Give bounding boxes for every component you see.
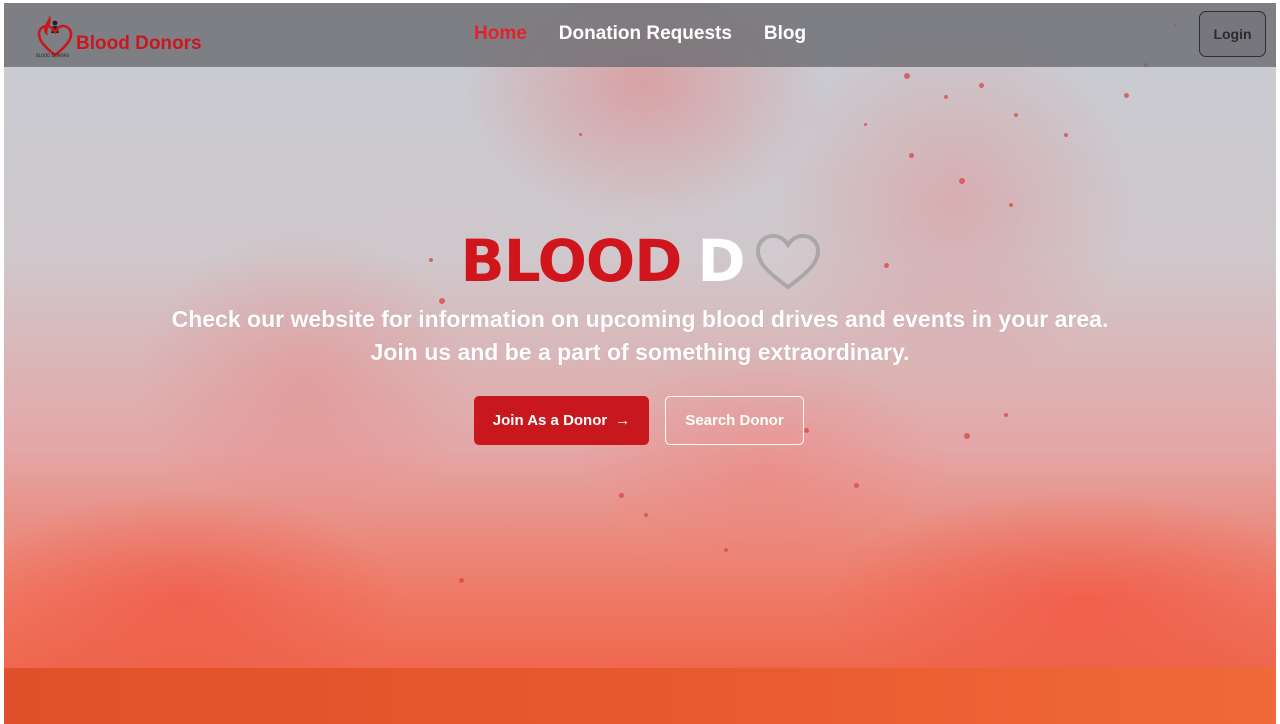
hero-title: BLOOD D xyxy=(4,225,1276,295)
join-as-donor-button[interactable]: Join As a Donor → xyxy=(474,396,649,445)
login-button[interactable]: Login xyxy=(1199,11,1266,57)
hero-section: BLOOD DONORS Blood Donors Home Donation … xyxy=(4,3,1276,724)
nav-links: Home Donation Requests Blog xyxy=(474,23,838,45)
hero-title-d: D xyxy=(697,227,746,295)
join-as-donor-label: Join As a Donor xyxy=(492,412,608,429)
brand-small-text: BLOOD DONORS xyxy=(36,53,70,58)
arrow-right-icon: → xyxy=(615,412,631,429)
hero-title-blood: BLOOD xyxy=(460,227,682,295)
hero-buttons: Join As a Donor → Search Donor xyxy=(474,396,804,445)
heart-outline-icon xyxy=(752,231,824,297)
search-donor-button[interactable]: Search Donor xyxy=(665,396,804,445)
brand[interactable]: BLOOD DONORS Blood Donors xyxy=(36,11,202,61)
bottom-band xyxy=(4,668,1276,724)
top-navbar: BLOOD DONORS Blood Donors Home Donation … xyxy=(4,3,1276,67)
nav-link-donation-requests[interactable]: Donation Requests xyxy=(559,23,732,45)
nav-link-blog[interactable]: Blog xyxy=(764,23,806,45)
hero-subtitle: Check our website for information on upc… xyxy=(171,306,1109,365)
brand-name: Blood Donors xyxy=(76,33,202,54)
blood-drop-heart-logo-icon: BLOOD DONORS xyxy=(36,11,74,61)
nav-link-home[interactable]: Home xyxy=(474,23,527,45)
